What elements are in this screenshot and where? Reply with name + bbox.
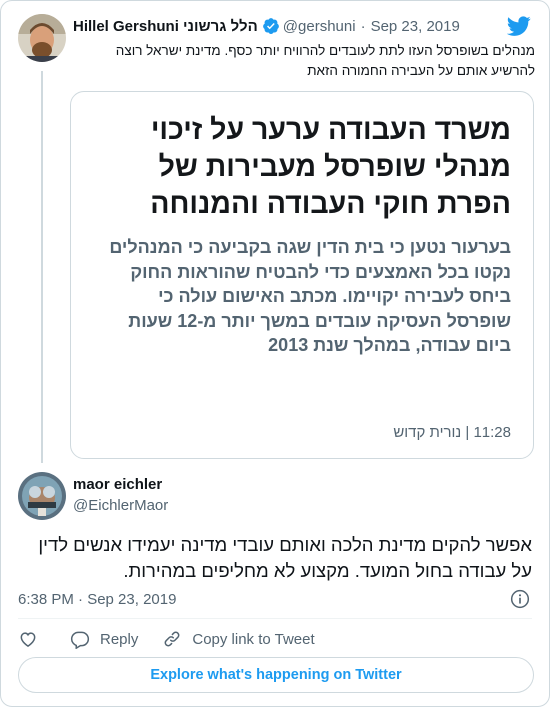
separator-dot: · xyxy=(360,17,366,35)
avatar[interactable] xyxy=(18,14,66,62)
parent-tweet-text: מנהלים בשופרסל העזו לתת לעובדים להרוויח … xyxy=(115,43,535,78)
reply-button[interactable]: Reply xyxy=(70,629,138,649)
like-button[interactable] xyxy=(18,629,38,649)
article-link-card[interactable]: משרד העבודה ערער על זיכוי מנהלי שופרסל מ… xyxy=(70,91,534,459)
article-title: משרד העבודה ערער על זיכוי מנהלי שופרסל מ… xyxy=(150,114,511,220)
copy-link-label: Copy link to Tweet xyxy=(192,630,315,648)
thread-connector-line xyxy=(41,71,43,463)
heart-icon xyxy=(20,632,36,647)
action-divider xyxy=(18,618,532,619)
parent-tweet-header: Hillel Gershuni הלל גרשוני @gershuni · S… xyxy=(73,15,460,37)
reply-author-name[interactable]: maor eichler xyxy=(73,476,162,493)
author-handle[interactable]: @gershuni xyxy=(283,18,356,35)
article-meta: 11:28 | נורית קדוש xyxy=(393,424,511,441)
reply-timestamp[interactable]: 6:38 PM · Sep 23, 2019 xyxy=(18,589,176,609)
author-name[interactable]: Hillel Gershuni הלל גרשוני xyxy=(73,18,258,35)
link-icon xyxy=(164,631,180,647)
article-summary: בערעור נטען כי בית הדין שגה בקביעה כי המ… xyxy=(109,237,511,355)
reply-icon xyxy=(70,631,90,649)
info-icon[interactable] xyxy=(510,589,530,609)
reply-author-handle[interactable]: @EichlerMaor xyxy=(73,497,168,514)
tweet-embed-card: Hillel Gershuni הלל גרשוני @gershuni · S… xyxy=(0,0,550,707)
reply-label: Reply xyxy=(100,630,139,648)
explore-twitter-button[interactable]: Explore what's happening on Twitter xyxy=(18,657,534,693)
reply-tweet-text: אפשר להקים מדינת הלכה ואותם עובדי מדינה … xyxy=(38,534,532,581)
verified-badge-icon xyxy=(262,18,279,34)
copy-link-button[interactable]: Copy link to Tweet xyxy=(162,629,315,649)
tweet-actions: Reply Copy link to Tweet xyxy=(18,627,339,651)
tweet-date[interactable]: Sep 23, 2019 xyxy=(371,18,460,35)
avatar[interactable] xyxy=(18,472,66,520)
twitter-bird-icon[interactable] xyxy=(507,14,531,38)
